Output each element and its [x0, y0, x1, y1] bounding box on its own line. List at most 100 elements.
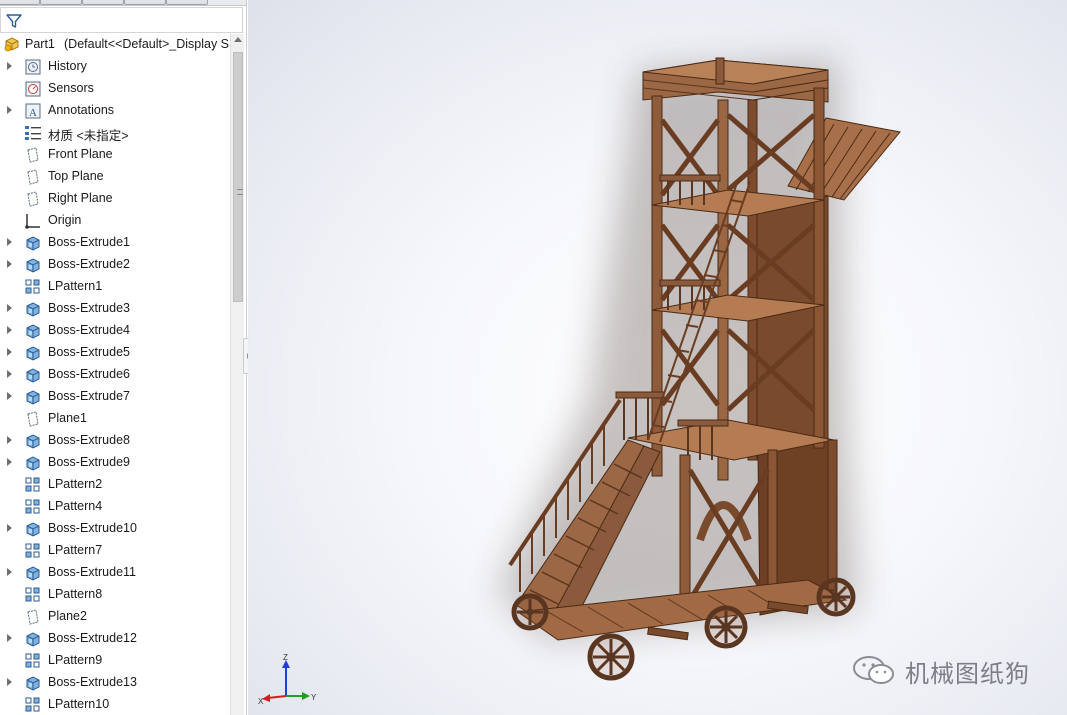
tree-item[interactable]: Boss-Extrude4: [0, 320, 230, 342]
tree-item[interactable]: Boss-Extrude2: [0, 254, 230, 276]
view-orientation-triad[interactable]: Z X Y: [258, 654, 318, 710]
tree-item[interactable]: A Annotations: [0, 100, 230, 122]
linear-pattern-icon: [24, 476, 42, 494]
expand-arrow-icon[interactable]: [7, 304, 12, 312]
tree-item[interactable]: Boss-Extrude8: [0, 430, 230, 452]
tree-item-label: Plane1: [48, 411, 87, 425]
extrude-icon: [24, 344, 42, 362]
tree-item-label: Top Plane: [48, 169, 104, 183]
plane-icon: [24, 168, 42, 186]
tree-item[interactable]: Boss-Extrude13: [0, 672, 230, 694]
material-icon: [24, 124, 42, 142]
expand-arrow-icon[interactable]: [7, 260, 12, 268]
tree-item[interactable]: Boss-Extrude6: [0, 364, 230, 386]
part-name: Part1: [25, 37, 55, 51]
graphics-area[interactable]: Z X Y 机械图纸狗: [248, 0, 1067, 715]
tree-item-label: Boss-Extrude4: [48, 323, 130, 337]
tree-item[interactable]: Plane2: [0, 606, 230, 628]
linear-pattern-icon: [24, 542, 42, 560]
tree-item[interactable]: LPattern7: [0, 540, 230, 562]
tree-item[interactable]: Origin: [0, 210, 230, 232]
linear-pattern-icon: [24, 278, 42, 296]
tree-item[interactable]: Top Plane: [0, 166, 230, 188]
extrude-icon: [24, 432, 42, 450]
expand-arrow-icon[interactable]: [7, 62, 12, 70]
expand-arrow-icon[interactable]: [7, 568, 12, 576]
expand-arrow-icon[interactable]: [7, 458, 12, 466]
tree-item[interactable]: LPattern2: [0, 474, 230, 496]
expand-arrow-icon[interactable]: [7, 370, 12, 378]
part-configuration: (Default<<Default>_Display S: [64, 37, 230, 51]
tree-item[interactable]: Boss-Extrude3: [0, 298, 230, 320]
extrude-icon: [24, 300, 42, 318]
expand-arrow-icon[interactable]: [7, 524, 12, 532]
expand-arrow-icon[interactable]: [7, 678, 12, 686]
linear-pattern-icon: [24, 696, 42, 714]
tree-item[interactable]: Boss-Extrude10: [0, 518, 230, 540]
extrude-icon: [24, 454, 42, 472]
plane-icon: [24, 146, 42, 164]
tree-item[interactable]: Boss-Extrude1: [0, 232, 230, 254]
tree-item[interactable]: Front Plane: [0, 144, 230, 166]
tree-filter-bar[interactable]: [0, 7, 243, 33]
tree-item-label: LPattern2: [48, 477, 103, 491]
watermark-text: 机械图纸狗: [905, 660, 1030, 688]
tree-item[interactable]: Boss-Extrude5: [0, 342, 230, 364]
watermark: 机械图纸狗: [851, 653, 1061, 688]
svg-text:A: A: [29, 107, 37, 119]
tree-item-label: Annotations: [48, 103, 115, 117]
tree-item[interactable]: Boss-Extrude12: [0, 628, 230, 650]
tree-item-label: Boss-Extrude13: [48, 675, 137, 689]
tree-item-label: LPattern1: [48, 279, 103, 293]
scroll-thumb[interactable]: [233, 52, 243, 302]
tree-item[interactable]: LPattern10: [0, 694, 230, 715]
tab-display-manager[interactable]: [166, 0, 208, 5]
tree-item[interactable]: 材质 <未指定>: [0, 122, 230, 144]
tree-item-label: LPattern7: [48, 543, 103, 557]
tab-property-manager[interactable]: [40, 0, 82, 5]
tree-item-label: Boss-Extrude9: [48, 455, 130, 469]
tree-item[interactable]: LPattern8: [0, 584, 230, 606]
tree-item[interactable]: LPattern4: [0, 496, 230, 518]
siege-tower-model[interactable]: [248, 0, 1067, 715]
tree-root-part[interactable]: Part1 (Default<<Default>_Display S: [0, 34, 230, 54]
tree-item[interactable]: Boss-Extrude7: [0, 386, 230, 408]
extrude-icon: [24, 630, 42, 648]
feature-manager-panel: Part1 (Default<<Default>_Display S Histo…: [0, 0, 247, 715]
expand-arrow-icon[interactable]: [7, 106, 12, 114]
tab-feature-manager[interactable]: [0, 0, 40, 5]
tree-item[interactable]: Sensors: [0, 78, 230, 100]
expand-arrow-icon[interactable]: [7, 348, 12, 356]
scroll-up-arrow-icon[interactable]: [234, 37, 242, 42]
tree-item-label: LPattern8: [48, 587, 103, 601]
expand-arrow-icon[interactable]: [7, 634, 12, 642]
tree-scrollbar[interactable]: [230, 34, 244, 715]
tree-item-label: Boss-Extrude3: [48, 301, 130, 315]
feature-tree: History Sensors A Annotations 材质 <未指定> Front …: [0, 56, 230, 715]
filter-icon[interactable]: [5, 12, 23, 30]
expand-arrow-icon[interactable]: [7, 392, 12, 400]
tree-item-label: Boss-Extrude6: [48, 367, 130, 381]
tree-item[interactable]: Boss-Extrude11: [0, 562, 230, 584]
expand-arrow-icon[interactable]: [7, 238, 12, 246]
tab-configuration-manager[interactable]: [82, 0, 124, 5]
tree-item[interactable]: LPattern1: [0, 276, 230, 298]
linear-pattern-icon: [24, 498, 42, 516]
tree-item-label: LPattern10: [48, 697, 110, 711]
tree-item[interactable]: Right Plane: [0, 188, 230, 210]
tree-item[interactable]: LPattern9: [0, 650, 230, 672]
tree-item-label: Origin: [48, 213, 82, 227]
expand-arrow-icon[interactable]: [7, 436, 12, 444]
tree-item[interactable]: Plane1: [0, 408, 230, 430]
extrude-icon: [24, 388, 42, 406]
extrude-icon: [24, 234, 42, 252]
tree-item-label: Front Plane: [48, 147, 113, 161]
tree-item-label: Boss-Extrude2: [48, 257, 130, 271]
tree-item-label: Boss-Extrude7: [48, 389, 130, 403]
tree-item[interactable]: History: [0, 56, 230, 78]
tree-item-label: Boss-Extrude10: [48, 521, 137, 535]
tree-item[interactable]: Boss-Extrude9: [0, 452, 230, 474]
origin-icon: [24, 212, 42, 230]
expand-arrow-icon[interactable]: [7, 326, 12, 334]
tab-dimxpert-manager[interactable]: [124, 0, 166, 5]
